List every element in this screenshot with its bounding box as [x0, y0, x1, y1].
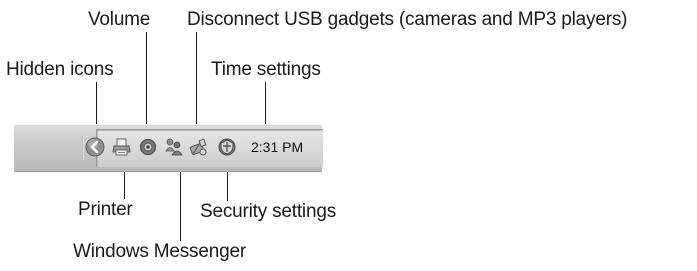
usb-disconnect-icon[interactable] [188, 137, 208, 157]
clock-time[interactable]: 2:31 PM [251, 138, 303, 156]
taskbar-separator [82, 136, 84, 160]
label-hidden-icons: Hidden icons [6, 59, 114, 80]
leader-line-usb [196, 32, 197, 136]
label-time-settings: Time settings [211, 59, 321, 80]
security-shield-icon[interactable] [217, 137, 237, 157]
label-disconnect-usb: Disconnect USB gadgets (cameras and MP3 … [187, 9, 628, 30]
leader-line-volume [146, 32, 147, 136]
printer-icon[interactable] [112, 137, 132, 157]
label-windows-messenger: Windows Messenger [73, 241, 246, 262]
leader-line-messenger [180, 160, 181, 241]
volume-icon[interactable] [138, 137, 158, 157]
label-security-settings: Security settings [200, 201, 336, 222]
messenger-icon[interactable] [164, 137, 184, 157]
chevron-left-icon[interactable] [85, 137, 105, 157]
label-printer: Printer [78, 199, 133, 220]
label-volume: Volume [88, 9, 151, 30]
